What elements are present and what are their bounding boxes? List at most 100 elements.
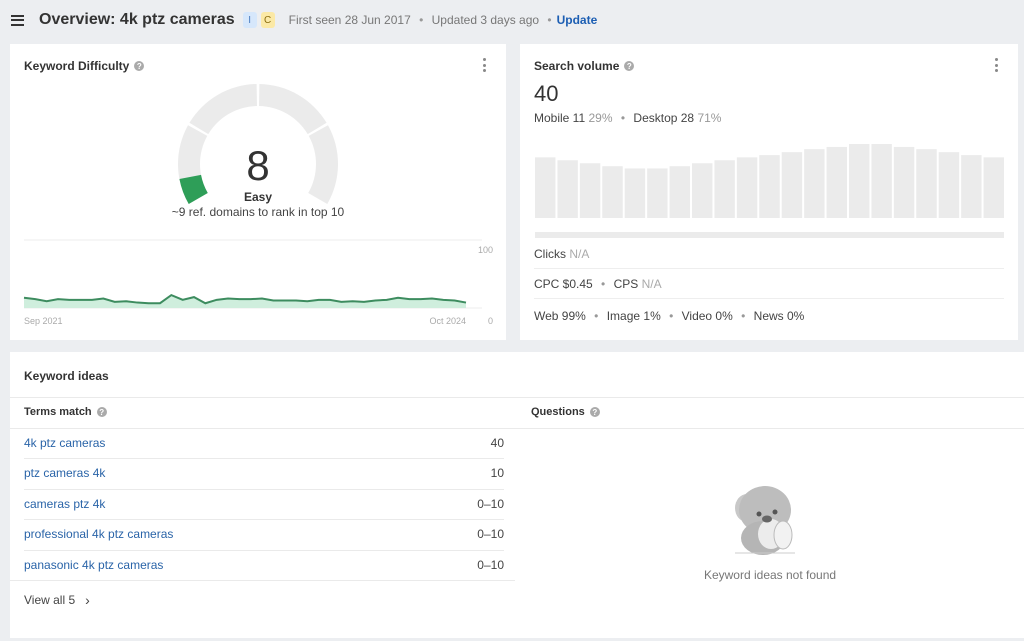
kd-subtext: ~9 ref. domains to rank in top 10 — [171, 205, 345, 219]
sv-title-row: Search volume ? — [534, 59, 635, 73]
first-seen: First seen 28 Jun 2017 — [288, 13, 411, 27]
chevron-right-icon: › — [85, 592, 90, 608]
serp-mix-row: Web 99% • Image 1% • Video 0% • News 0% — [534, 309, 1004, 323]
sv-trend-bar[interactable] — [849, 144, 870, 218]
serp-video: Video 0% — [681, 309, 733, 323]
gauge-segment — [308, 125, 339, 204]
keyword-row: cameras ptz 4k 0–10 — [24, 489, 504, 519]
questions-header: Questions ? — [531, 406, 600, 418]
sv-trend-bar[interactable] — [893, 146, 915, 218]
serp-web: Web 99% — [534, 309, 586, 323]
intent-badge-informational: I — [242, 12, 257, 28]
keyword-volume: 0–10 — [477, 558, 504, 572]
mobile-pct: 29% — [588, 111, 613, 125]
sv-trend-chart — [535, 144, 1004, 238]
x-start-label: Sep 2021 — [24, 316, 63, 326]
sv-trend-bar[interactable] — [647, 168, 668, 218]
sv-trend-bar[interactable] — [669, 166, 690, 218]
questions-empty-text: Keyword ideas not found — [703, 568, 837, 582]
terms-match-title: Terms match — [24, 406, 92, 418]
sv-trend-bar[interactable] — [535, 157, 556, 218]
keyword-volume: 0–10 — [477, 527, 504, 541]
sv-trend-bar[interactable] — [804, 149, 825, 218]
view-all-link[interactable]: View all 5 › — [24, 592, 90, 608]
serp-image: Image 1% — [606, 309, 661, 323]
questions-title: Questions — [531, 406, 585, 418]
keyword-link[interactable]: panasonic 4k ptz cameras — [24, 558, 163, 572]
sv-trend-bar[interactable] — [692, 163, 713, 218]
sv-trend-bar[interactable] — [714, 160, 735, 218]
sv-trend-bar[interactable] — [983, 157, 1004, 218]
page-title: Overview: 4k ptz cameras — [39, 11, 235, 28]
cps-value: N/A — [641, 277, 662, 291]
intent-badge-commercial: C — [260, 12, 275, 28]
separator: • — [620, 111, 626, 125]
keyword-row: professional 4k ptz cameras 0–10 — [24, 519, 504, 549]
sv-title: Search volume — [534, 59, 620, 73]
top-bar: Overview: 4k ptz cameras I C First seen … — [0, 0, 1024, 40]
cpc-row: CPC $0.45 • CPS N/A — [534, 277, 1004, 291]
sv-trend-bar[interactable] — [826, 146, 847, 218]
sv-trend-bar[interactable] — [759, 155, 780, 218]
meta-info: First seen 28 Jun 2017 • Updated 3 days … — [289, 13, 557, 27]
desktop-volume: Desktop 28 — [633, 111, 695, 125]
help-icon[interactable]: ? — [589, 407, 600, 417]
sv-value: 40 — [534, 81, 559, 106]
clicks-label: Clicks — [534, 247, 566, 261]
y-min-label: 0 — [488, 316, 493, 326]
gauge-segment — [259, 84, 327, 135]
gauge-segment — [189, 84, 257, 135]
gauge-fill — [179, 174, 208, 204]
keyword-row: panasonic 4k ptz cameras 0–10 — [24, 550, 504, 580]
cpc-value: CPC $0.45 — [534, 277, 593, 291]
menu-icon[interactable] — [11, 14, 24, 26]
sv-trend-bar[interactable] — [781, 152, 803, 218]
separator: • — [419, 13, 424, 27]
terms-match-header: Terms match ? — [24, 406, 107, 418]
keyword-link[interactable]: cameras ptz 4k — [24, 497, 105, 511]
separator: • — [669, 309, 674, 323]
sv-trend-bar[interactable] — [624, 168, 646, 218]
kd-label: Easy — [243, 190, 273, 204]
help-icon[interactable]: ? — [624, 61, 635, 71]
divider — [10, 397, 1024, 398]
keyword-link[interactable]: 4k ptz cameras — [24, 436, 105, 450]
desktop-pct: 71% — [697, 111, 722, 125]
kd-history-chart: 100 0 Sep 2021 Oct 2024 — [23, 239, 493, 326]
clicks-value: N/A — [569, 247, 590, 261]
help-icon[interactable]: ? — [96, 407, 107, 417]
kd-score: 8 — [246, 142, 270, 189]
sv-trend-bar[interactable] — [916, 149, 937, 218]
cps-label: CPS — [613, 277, 639, 291]
divider — [534, 268, 1004, 269]
keyword-volume: 40 — [490, 436, 504, 450]
sv-trend-bar[interactable] — [736, 157, 758, 218]
sv-trend-scrollbar[interactable] — [535, 232, 1004, 238]
sv-trend-bar[interactable] — [602, 166, 623, 218]
sv-trend-bar[interactable] — [938, 152, 960, 218]
separator: • — [741, 309, 746, 323]
serp-news: News 0% — [753, 309, 805, 323]
update-link[interactable]: Update — [557, 13, 598, 27]
separator: • — [594, 309, 599, 323]
separator: • — [547, 13, 552, 27]
sv-trend-bar[interactable] — [961, 155, 982, 218]
mobile-volume: Mobile 11 — [534, 111, 586, 125]
more-options-icon[interactable] — [994, 58, 998, 72]
device-split: Mobile 11 29% • Desktop 28 71% — [534, 111, 721, 125]
keyword-link[interactable]: professional 4k ptz cameras — [24, 527, 173, 541]
keyword-volume: 0–10 — [477, 497, 504, 511]
view-all-label: View all 5 — [24, 593, 76, 607]
x-end-label: Oct 2024 — [429, 316, 466, 326]
updated-time: Updated 3 days ago — [431, 13, 540, 27]
keyword-ideas-card: Keyword ideas Terms match ? Questions ? … — [10, 352, 1024, 638]
clicks-row: Clicks N/A — [534, 247, 1004, 261]
sv-trend-bar[interactable] — [557, 160, 578, 218]
keyword-row: 4k ptz cameras 40 — [24, 428, 504, 458]
keyword-row: ptz cameras 4k 10 — [24, 458, 504, 488]
sv-trend-bar[interactable] — [579, 163, 601, 218]
keyword-link[interactable]: ptz cameras 4k — [24, 466, 105, 480]
divider — [10, 580, 515, 581]
sv-trend-bar[interactable] — [871, 144, 892, 218]
keyword-difficulty-card: Keyword Difficulty ? 8 Easy ~9 ref. doma… — [10, 44, 506, 340]
